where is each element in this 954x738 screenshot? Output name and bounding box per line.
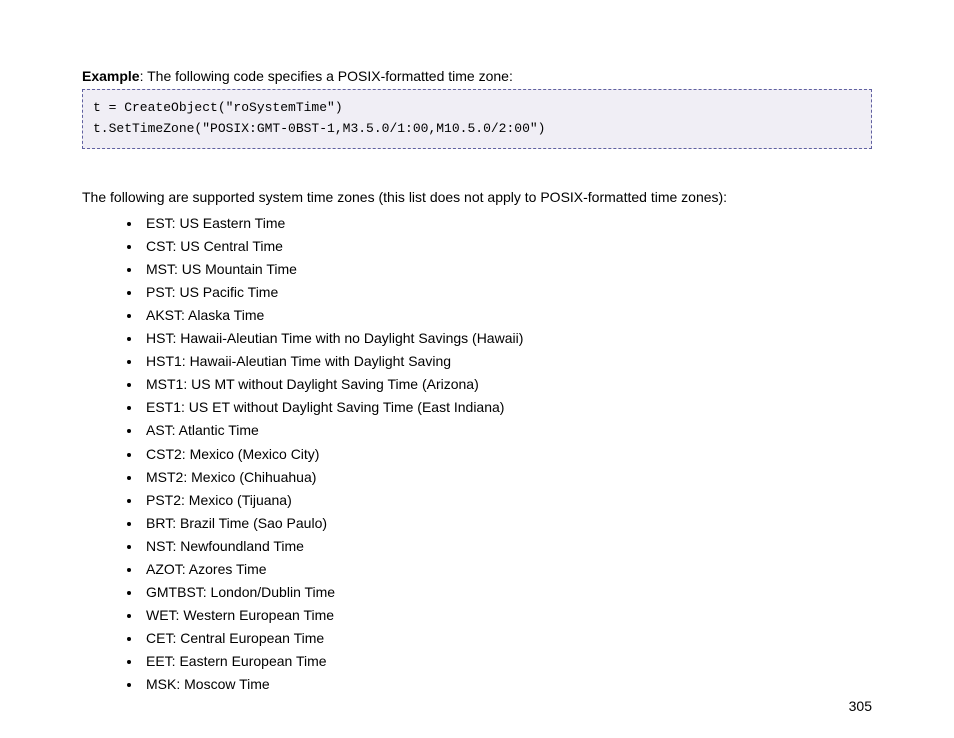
list-item: CST: US Central Time [142, 235, 872, 258]
list-item: EET: Eastern European Time [142, 650, 872, 673]
list-item: NST: Newfoundland Time [142, 535, 872, 558]
list-item: WET: Western European Time [142, 604, 872, 627]
list-item: MSK: Moscow Time [142, 673, 872, 696]
code-block: t = CreateObject("roSystemTime") t.SetTi… [82, 89, 872, 149]
list-item: PST2: Mexico (Tijuana) [142, 489, 872, 512]
code-line-1: t = CreateObject("roSystemTime") [93, 100, 343, 115]
code-line-2: t.SetTimeZone("POSIX:GMT-0BST-1,M3.5.0/1… [93, 121, 545, 136]
list-item: MST1: US MT without Daylight Saving Time… [142, 373, 872, 396]
list-item: CST2: Mexico (Mexico City) [142, 443, 872, 466]
list-item: PST: US Pacific Time [142, 281, 872, 304]
example-label: Example [82, 68, 140, 84]
page-number: 305 [849, 698, 872, 714]
list-item: MST: US Mountain Time [142, 258, 872, 281]
example-line: Example: The following code specifies a … [82, 68, 872, 84]
list-item: EST: US Eastern Time [142, 212, 872, 235]
list-item: HST: Hawaii-Aleutian Time with no Daylig… [142, 327, 872, 350]
list-item: MST2: Mexico (Chihuahua) [142, 466, 872, 489]
list-item: AKST: Alaska Time [142, 304, 872, 327]
list-item: BRT: Brazil Time (Sao Paulo) [142, 512, 872, 535]
example-description: : The following code specifies a POSIX-f… [140, 68, 513, 84]
list-item: AST: Atlantic Time [142, 419, 872, 442]
list-item: HST1: Hawaii-Aleutian Time with Daylight… [142, 350, 872, 373]
timezone-list: EST: US Eastern Time CST: US Central Tim… [82, 212, 872, 697]
intro-text: The following are supported system time … [82, 189, 872, 205]
list-item: CET: Central European Time [142, 627, 872, 650]
list-item: GMTBST: London/Dublin Time [142, 581, 872, 604]
list-item: AZOT: Azores Time [142, 558, 872, 581]
list-item: EST1: US ET without Daylight Saving Time… [142, 396, 872, 419]
